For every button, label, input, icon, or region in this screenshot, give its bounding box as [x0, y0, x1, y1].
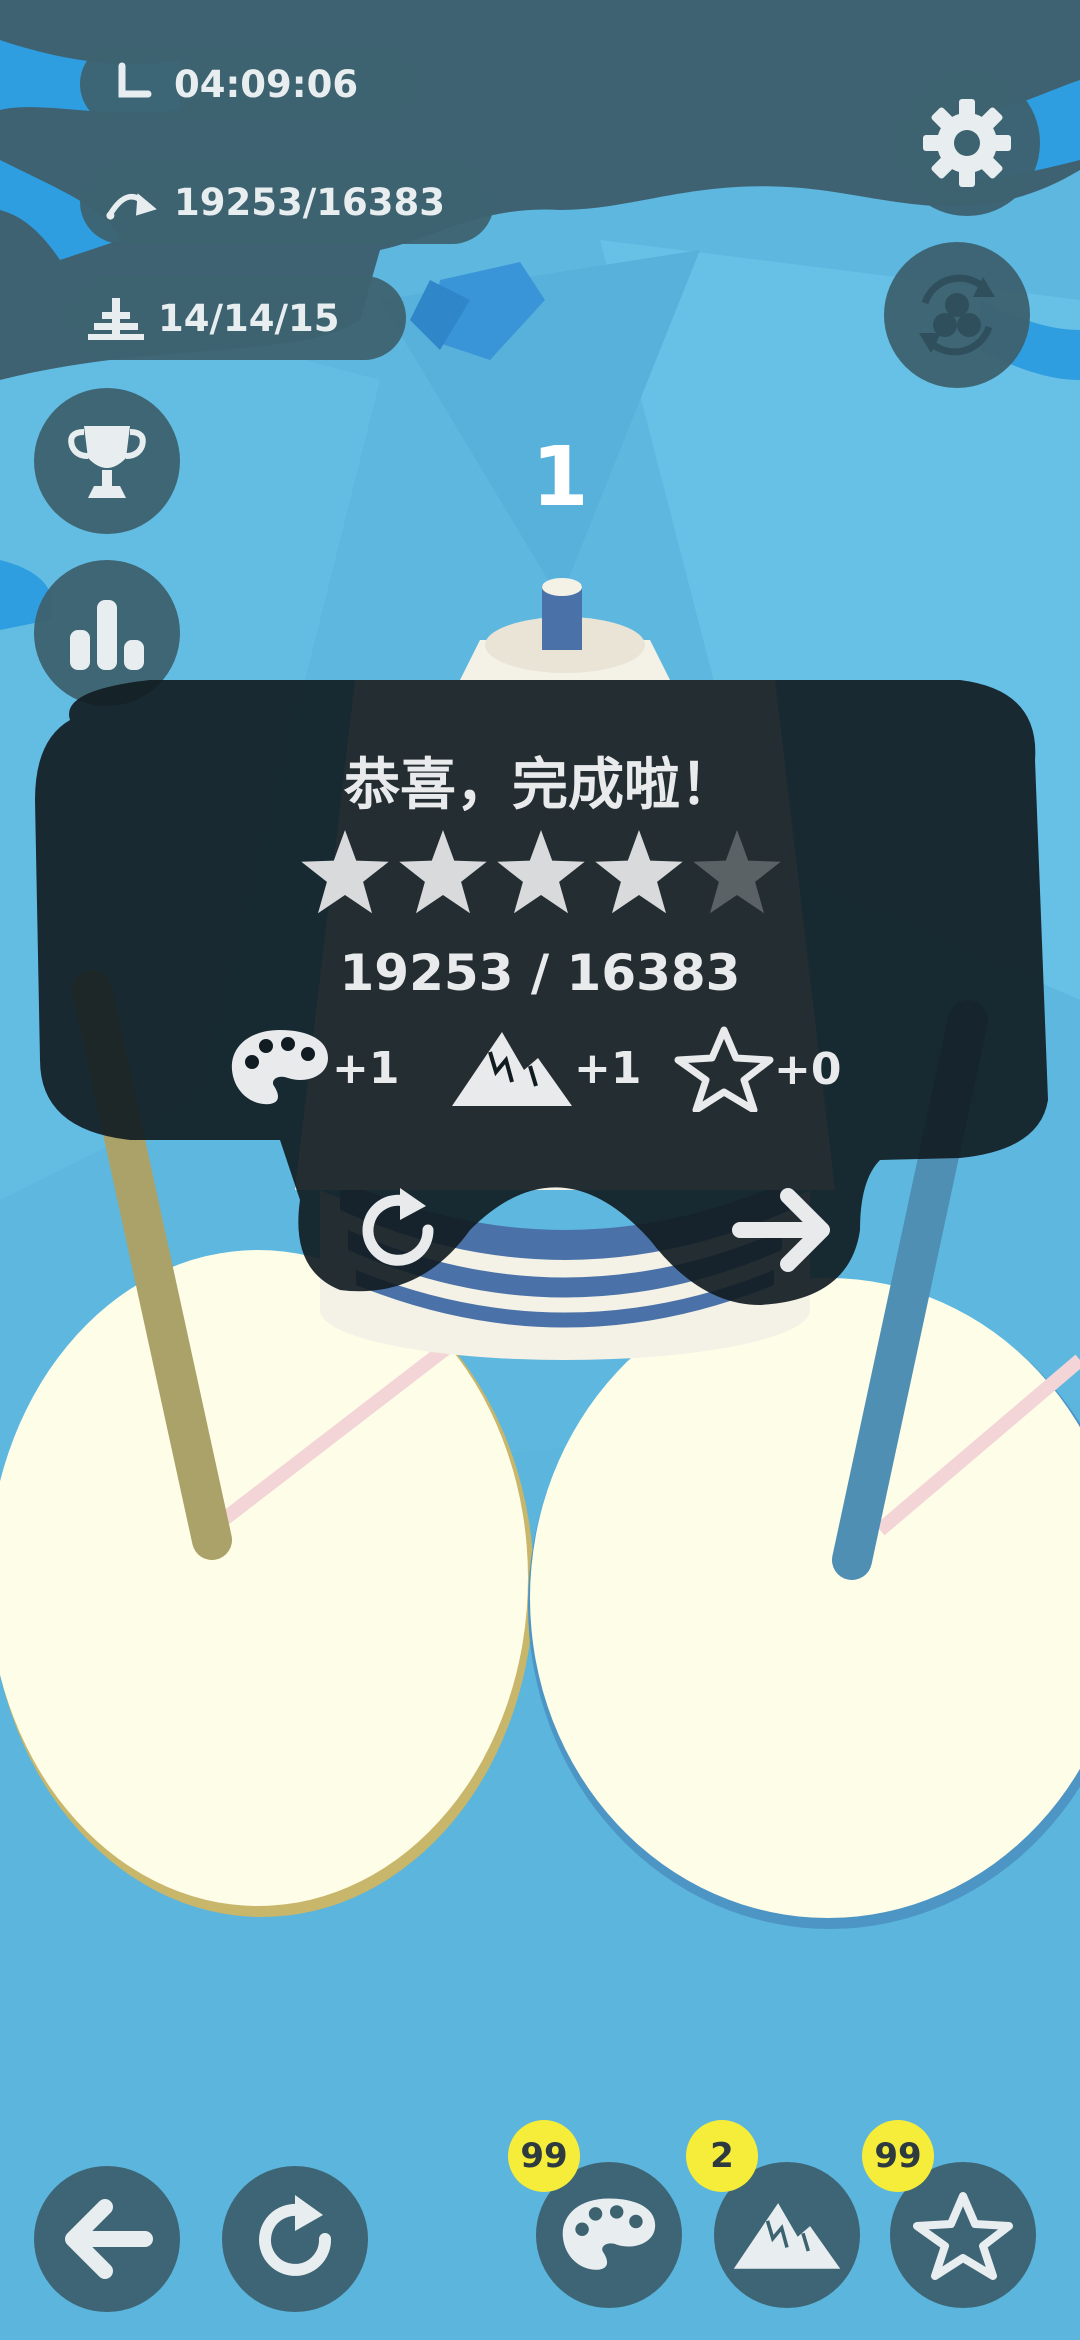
palette-icon — [231, 1030, 328, 1105]
star-count-badge: 99 — [862, 2120, 934, 2192]
star-empty-icon — [693, 830, 781, 914]
mountain-icon — [733, 2203, 841, 2269]
star-rating — [296, 826, 786, 926]
star-icon — [913, 2192, 1013, 2280]
arrow-right-icon — [732, 1188, 830, 1272]
back-button[interactable] — [34, 2166, 180, 2312]
restart-icon — [259, 2195, 332, 2276]
star-filled-icon — [497, 830, 585, 914]
replay-button[interactable] — [350, 1180, 450, 1280]
result-overlay — [35, 680, 1048, 1305]
star-filled-icon — [301, 830, 389, 914]
restart-button[interactable] — [222, 2166, 368, 2312]
result-title: 恭喜，完成啦！ — [344, 753, 736, 818]
replay-icon — [362, 1188, 434, 1266]
reward-mountain-value: +1 — [574, 1042, 642, 1094]
palette-count-badge: 99 — [508, 2120, 580, 2192]
reward-star-value: +0 — [774, 1043, 842, 1095]
next-level-button[interactable] — [730, 1180, 840, 1280]
arrow-left-icon — [65, 2199, 153, 2279]
reward-palette-value: +1 — [332, 1042, 400, 1094]
star-outline-icon — [674, 1026, 774, 1112]
reward-star: +0 — [674, 1026, 841, 1112]
mountain-icon — [452, 1032, 572, 1106]
star-filled-icon — [399, 830, 487, 914]
mountain-count-badge: 2 — [686, 2120, 758, 2192]
star-filled-icon — [595, 830, 683, 914]
reward-mountain: +1 — [450, 1026, 641, 1110]
result-score: 19253 / 16383 — [339, 944, 741, 1002]
palette-icon — [562, 2198, 656, 2270]
reward-palette: +1 — [228, 1026, 399, 1110]
